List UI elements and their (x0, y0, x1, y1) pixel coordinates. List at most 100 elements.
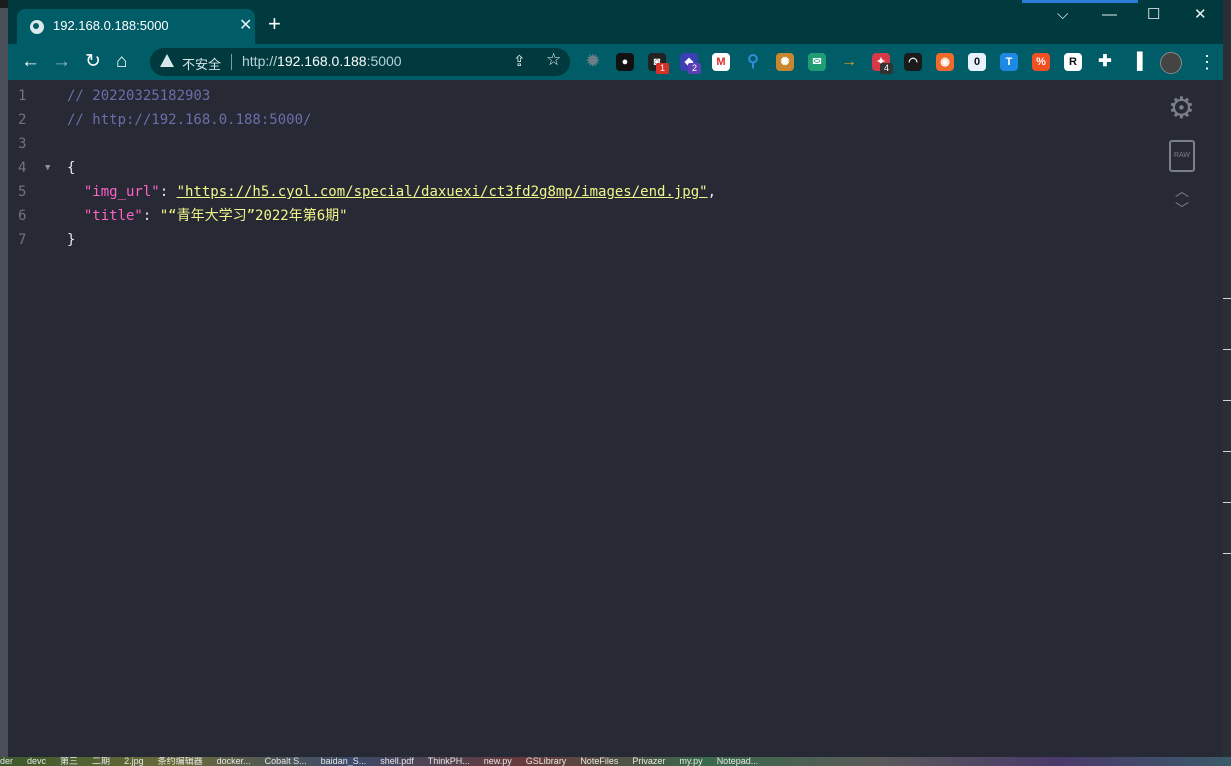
mail-extension-icon[interactable]: ✉ (808, 53, 826, 71)
line-number: 4 (18, 160, 27, 176)
taskbar-item[interactable]: 条约编辑器 (158, 757, 203, 766)
taskbar-item[interactable]: shell.pdf (380, 757, 414, 766)
plus-icon[interactable]: + (268, 12, 281, 36)
taskbar: der devc 第三 二期 2.jpg 条约编辑器 docker... Cobalt S..… (0, 757, 1231, 766)
close-brace: } (67, 232, 76, 248)
json-key: "title" (83, 208, 143, 224)
code-line: 3 (8, 132, 1158, 156)
gear-icon[interactable]: ⚙ (1168, 94, 1195, 124)
json-link[interactable]: "https://h5.cyol.com/special/daxuexi/ct3… (177, 184, 708, 200)
gmail-extension-icon[interactable]: M (712, 53, 730, 71)
arrow-extension-icon[interactable]: → (840, 53, 858, 71)
taskbar-item[interactable]: Notepad... (717, 757, 759, 766)
comment-text: // http://192.168.0.188:5000/ (67, 112, 312, 128)
share-icon[interactable]: ⇪ (513, 52, 526, 70)
security-label[interactable]: 不安全 (182, 54, 221, 73)
taskbar-item[interactable]: NoteFiles (580, 757, 618, 766)
window-close-icon[interactable]: ✕ (1194, 5, 1207, 25)
minimize-icon[interactable]: — (1102, 5, 1117, 25)
code-text: { (67, 156, 75, 180)
address-bar[interactable]: 不安全 http://192.168.0.188:5000 ⇪ ☆ (150, 48, 570, 76)
code-text: // 20220325182903 (67, 84, 210, 108)
maximize-icon[interactable]: ☐ (1147, 5, 1160, 25)
chevron-up-icon[interactable]: ︿ (1175, 184, 1189, 198)
taskbar-item[interactable]: Privazer (632, 757, 665, 766)
comment-text: // 20220325182903 (67, 88, 211, 104)
star-icon[interactable]: ☆ (546, 50, 561, 70)
line-number: 6 (18, 208, 27, 224)
hat-extension-icon[interactable]: ◠ (904, 53, 922, 71)
taskbar-item[interactable]: my.py (679, 757, 702, 766)
sidebar-icon[interactable]: ▐ (1128, 53, 1146, 71)
r-extension-icon[interactable]: R (1064, 53, 1082, 71)
taskbar-item[interactable]: Cobalt S... (265, 757, 307, 766)
taskbar-item[interactable]: 2.jpg (124, 757, 144, 766)
tab-active[interactable]: 192.168.0.188:5000 ✕ (17, 9, 255, 44)
code-line: 2 // http://192.168.0.188:5000/ (8, 108, 1158, 132)
taskbar-item[interactable]: baidan_S... (321, 757, 367, 766)
taskbar-item[interactable]: ThinkPH... (428, 757, 470, 766)
browser-window: 192.168.0.188:5000 ✕ + ⌵ — ☐ ✕ ← → ↻ ⌂ 不… (8, 0, 1223, 757)
code-text: "img_url": "https://h5.cyol.com/special/… (67, 180, 716, 204)
code-line: 6 "title": "“青年大学习”2022年第6期" (8, 204, 1158, 228)
line-number: 3 (18, 136, 27, 152)
taskbar-item[interactable]: 二期 (92, 757, 110, 766)
extension-badge: 4 (880, 63, 893, 74)
extension-badge: 2 (688, 63, 701, 74)
translate-extension-icon[interactable]: T (1000, 53, 1018, 71)
fox-extension-icon[interactable]: ◉ (936, 53, 954, 71)
chevron-down-icon[interactable]: ﹀ (1175, 202, 1189, 216)
taskbar-item[interactable]: GSLibrary (526, 757, 567, 766)
gear-extension-icon[interactable]: ✹ (584, 53, 602, 71)
code-line: 7} (8, 228, 1158, 252)
divider (231, 54, 232, 70)
home-icon[interactable]: ⌂ (116, 50, 127, 74)
pin-extension-icon[interactable]: ⚲ (744, 53, 762, 71)
desktop-background-right (1223, 0, 1231, 766)
toolbar: ← → ↻ ⌂ 不安全 http://192.168.0.188:5000 ⇪ … (8, 44, 1223, 80)
code-line: 1 // 20220325182903 (8, 84, 1158, 108)
tab-strip: 192.168.0.188:5000 ✕ + ⌵ — ☐ ✕ (8, 0, 1223, 44)
json-string: "“青年大学习”2022年第6期" (159, 208, 348, 224)
code-line: 4 ▼ { (8, 156, 1158, 180)
tab-title: 192.168.0.188:5000 (53, 18, 169, 33)
close-icon[interactable]: ✕ (239, 16, 252, 36)
line-number: 2 (18, 112, 27, 128)
taskbar-item[interactable]: docker... (217, 757, 251, 766)
taskbar-item[interactable]: devc (27, 757, 46, 766)
url-text[interactable]: http://192.168.0.188:5000 (242, 53, 402, 69)
bell-extension-icon[interactable]: ✦ 4 (872, 53, 893, 74)
reload-icon[interactable]: ↻ (85, 50, 101, 74)
cube-extension-icon[interactable]: ◆ 2 (680, 53, 701, 74)
json-colon: : (142, 208, 160, 224)
line-number: 1 (18, 88, 27, 104)
code-text: } (67, 228, 75, 252)
warning-icon[interactable] (160, 54, 174, 67)
code-text: // http://192.168.0.188:5000/ (67, 108, 311, 132)
json-comma: , (707, 184, 717, 200)
code-line: 5 "img_url": "https://h5.cyol.com/specia… (8, 180, 1158, 204)
counter-extension-icon[interactable]: 0 (968, 53, 986, 71)
arrow-right-icon[interactable]: → (52, 50, 71, 74)
ring-extension-icon[interactable]: ● (616, 53, 634, 71)
taskbar-item[interactable]: der (0, 757, 13, 766)
chevron-down-icon[interactable]: ⌵ (1057, 5, 1068, 25)
avatar[interactable] (1160, 52, 1182, 74)
window-accent (1022, 0, 1138, 3)
line-number: 7 (18, 232, 27, 248)
open-brace: { (67, 160, 76, 176)
json-viewer: 1 // 20220325182903 2 // http://192.168.0.1… (8, 80, 1223, 757)
cookie-extension-icon[interactable]: ✺ (776, 53, 794, 71)
taskbar-item[interactable]: 第三 (60, 757, 78, 766)
fold-arrow-icon[interactable]: ▼ (45, 156, 50, 180)
json-key: "img_url" (83, 184, 160, 200)
raw-file-icon[interactable]: RAW (1169, 140, 1195, 172)
puzzle-extensions-icon[interactable]: ✚ (1096, 53, 1114, 71)
globe-icon (30, 20, 44, 34)
percent-extension-icon[interactable]: % (1032, 53, 1050, 71)
arrow-left-icon[interactable]: ← (21, 50, 40, 74)
taskbar-item[interactable]: new.py (484, 757, 512, 766)
camera-extension-icon[interactable]: ◙ 1 (648, 53, 669, 74)
three-dots-icon[interactable]: ⋮ (1198, 52, 1216, 72)
